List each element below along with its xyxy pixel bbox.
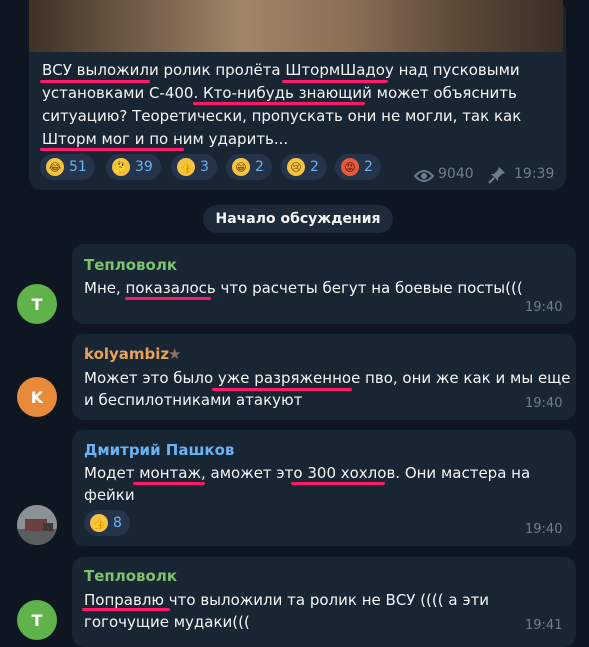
comment-author[interactable]: Тепловолк: [84, 256, 177, 274]
comment-author[interactable]: Тепловолк: [84, 567, 177, 585]
eye-icon: [413, 168, 435, 187]
underline-mark: [40, 80, 150, 83]
comment-author[interactable]: kolyambiz: [84, 345, 169, 363]
reaction-thinking[interactable]: 🤔 39: [106, 154, 161, 180]
comment-text: Может это было уже разряженное пво, они …: [84, 369, 571, 387]
angry-emoji-icon: 😡: [341, 158, 359, 176]
avatar-letter: Т: [31, 610, 43, 630]
comment-time: 19:40: [525, 396, 563, 411]
reaction-thumbs-up[interactable]: 👍 8: [84, 510, 130, 536]
reaction-count: 2: [255, 159, 264, 175]
avatar-photo-icon: [17, 505, 57, 545]
discussion-start-label: Начало обсуждения: [203, 205, 393, 233]
grin-emoji-icon: 😁: [232, 158, 250, 176]
underline-mark: [193, 102, 365, 105]
reaction-count: 39: [135, 159, 153, 175]
reaction-grin[interactable]: 😁 2: [226, 154, 272, 180]
avatar[interactable]: K: [17, 377, 57, 417]
reaction-count: 3: [200, 159, 209, 175]
laugh-emoji-icon: 😂: [46, 158, 64, 176]
underline-mark: [125, 297, 211, 300]
avatar[interactable]: [17, 505, 57, 545]
comment-time: 19:41: [525, 618, 563, 633]
underline-mark: [133, 482, 205, 485]
comment-text: Мне, показалось что расчеты бегут на бое…: [84, 279, 523, 297]
post-time: 19:39: [514, 166, 555, 182]
thinking-emoji-icon: 🤔: [112, 158, 130, 176]
pin-icon: [488, 166, 506, 188]
reaction-count: 2: [310, 159, 319, 175]
post-video-thumbnail[interactable]: [29, 0, 563, 52]
comment-text: и беспилотниками атакуют: [84, 391, 303, 409]
comment-time: 19:40: [525, 522, 563, 537]
avatar[interactable]: Т: [17, 284, 57, 324]
underline-mark: [40, 148, 184, 151]
post-text-line: ВСУ выложили ролик пролёта ШтормШадоу на…: [42, 61, 520, 79]
avatar[interactable]: Т: [17, 600, 57, 640]
reaction-count: 2: [364, 159, 373, 175]
thumbs-up-emoji-icon: 👍: [90, 514, 108, 532]
reaction-count: 51: [69, 159, 87, 175]
reaction-count: 8: [113, 515, 122, 531]
comment-author[interactable]: Дмитрий Пашков: [84, 441, 234, 459]
reaction-cry[interactable]: 😢 2: [281, 154, 327, 180]
underline-mark: [212, 388, 352, 391]
post-text-line: ситуацию? Теоретически, пропускать они н…: [42, 107, 522, 125]
cry-emoji-icon: 😢: [287, 158, 305, 176]
reaction-angry[interactable]: 😡 2: [335, 154, 381, 180]
reaction-thumbs-up[interactable]: 👍 3: [171, 154, 217, 180]
comment-text: гогочущие мудаки(((: [84, 613, 250, 631]
thumbs-up-emoji-icon: 👍: [177, 158, 195, 176]
comment-text: фейки: [84, 486, 135, 504]
avatar-letter: K: [30, 387, 44, 407]
star-icon: ★: [168, 345, 182, 363]
underline-mark: [282, 80, 388, 83]
comment-time: 19:40: [525, 300, 563, 315]
view-count: 9040: [438, 166, 474, 182]
comment-text: Модет монтаж, аможет это 300 хохлов. Они…: [84, 464, 531, 482]
underline-mark: [291, 482, 385, 485]
underline-mark: [82, 608, 170, 611]
reaction-laugh[interactable]: 😂 51: [40, 154, 95, 180]
avatar-letter: Т: [31, 294, 43, 314]
